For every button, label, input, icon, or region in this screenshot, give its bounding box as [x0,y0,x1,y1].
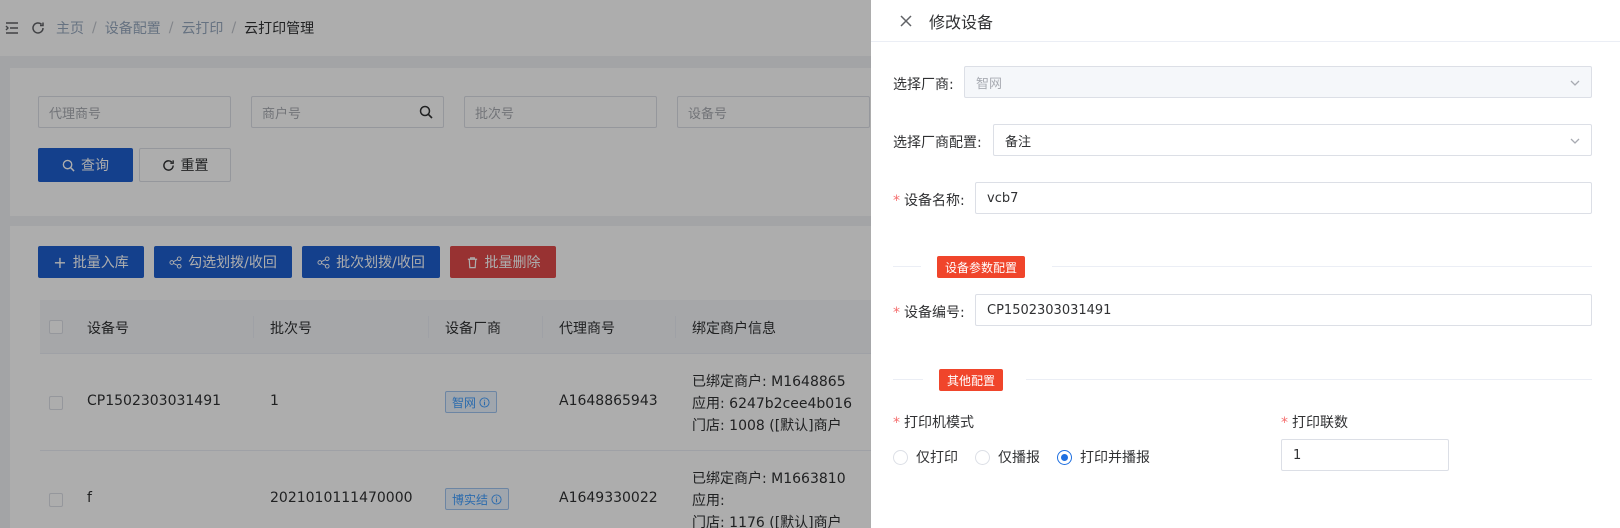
modal-overlay[interactable] [0,0,871,528]
print-copies-label: * 打印联数 [1281,412,1348,432]
radio-print-only[interactable]: 仅打印 [893,447,958,467]
print-copies-value: 1 [1293,447,1302,463]
radio-circle [1057,449,1072,465]
radio-print-and-broadcast[interactable]: 打印并播报 [1057,447,1150,467]
radio-broadcast-only[interactable]: 仅播报 [975,447,1040,467]
radio-label: 打印并播报 [1080,450,1150,466]
print-copies-label-text: 打印联数 [1292,415,1348,431]
vendor-config-label: 选择厂商配置: [893,135,982,151]
device-name-label: * 设备名称: [893,190,965,210]
device-name-value: vcb7 [987,190,1019,206]
drawer-title: 修改设备 [929,12,994,32]
edit-device-drawer: 修改设备 选择厂商: 智网 选择厂商配置: 备注 * 设备名称: vcb7 设备参… [871,0,1620,528]
vendor-config-select[interactable]: 备注 [993,124,1592,156]
chevron-down-icon [1570,138,1580,144]
radio-circle [975,449,990,465]
device-no-field[interactable]: CP1502303031491 [975,294,1592,326]
vendor-label: 选择厂商: [893,77,954,93]
section-divider [1052,266,1592,267]
vendor-select-value: 智网 [976,76,1003,92]
radio-circle [893,449,908,465]
device-no-label: * 设备编号: [893,302,965,322]
section-params-badge: 设备参数配置 [937,256,1026,278]
required-asterisk: * [893,193,900,209]
section-other-badge: 其他配置 [939,369,1004,391]
radio-label: 仅打印 [916,450,958,466]
required-asterisk: * [893,305,900,321]
section-divider [893,379,923,380]
radio-label: 仅播报 [998,450,1040,466]
section-divider [893,266,921,267]
vendor-select: 智网 [964,66,1592,98]
close-icon[interactable] [899,14,913,28]
print-copies-input[interactable]: 1 [1281,439,1449,471]
print-mode-label: * 打印机模式 [893,412,974,432]
device-name-label-text: 设备名称: [904,193,965,209]
drawer-header: 修改设备 [871,0,1620,42]
device-name-input[interactable]: vcb7 [975,182,1592,214]
required-asterisk: * [893,415,900,431]
device-no-value: CP1502303031491 [987,302,1112,318]
vendor-config-select-value: 备注 [1005,134,1032,150]
device-no-label-text: 设备编号: [904,305,965,321]
required-asterisk: * [1281,415,1288,431]
chevron-down-icon [1570,80,1580,86]
print-mode-label-text: 打印机模式 [904,415,974,431]
section-divider [1026,379,1592,380]
